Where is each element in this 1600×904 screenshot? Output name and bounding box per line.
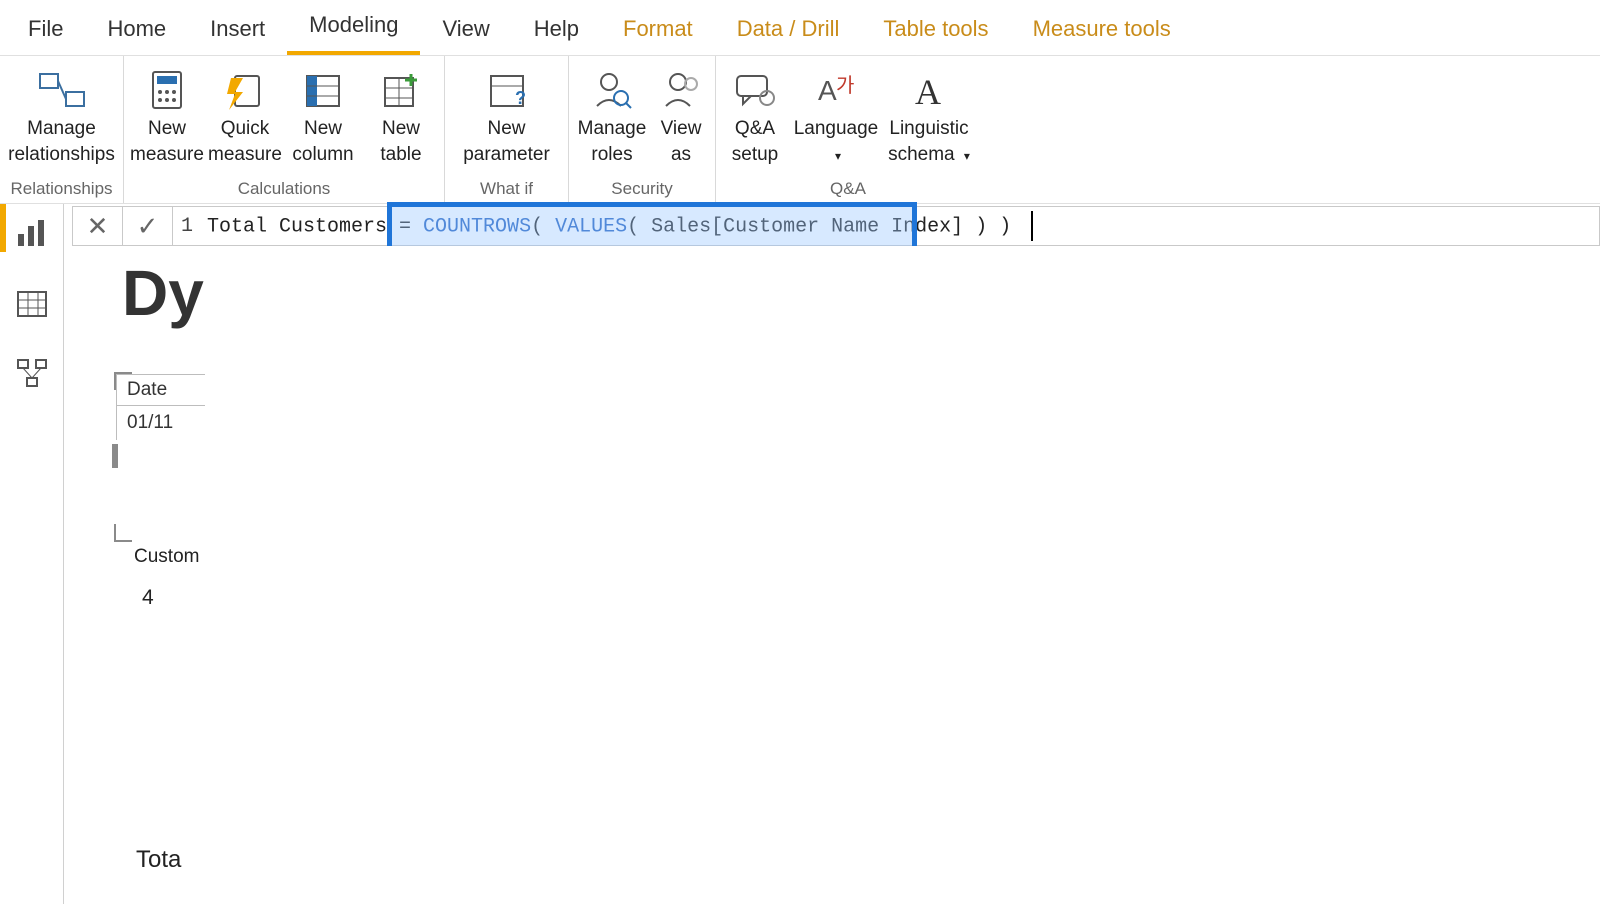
linguistic-schema-button[interactable]: A Linguistic schema ▾	[882, 62, 976, 171]
manage-roles-button[interactable]: Manage roles	[573, 62, 651, 170]
group-label-calculations: Calculations	[238, 179, 331, 201]
language-label: Language▾	[794, 116, 879, 169]
group-relationships: Manage relationships Relationships	[0, 56, 124, 203]
tab-help[interactable]: Help	[512, 2, 601, 55]
tab-data-drill[interactable]: Data / Drill	[715, 2, 862, 55]
new-table-icon	[381, 64, 421, 116]
quick-measure-button[interactable]: Quick measure	[206, 62, 284, 170]
new-parameter-label: New parameter	[463, 116, 550, 168]
relationships-icon	[38, 64, 86, 116]
total-label: Tota	[136, 846, 181, 874]
group-label-relationships: Relationships	[10, 179, 112, 201]
formula-input[interactable]: Total Customers = COUNTROWS( VALUES( Sal…	[201, 211, 1599, 241]
new-table-label: New table	[380, 116, 421, 168]
resize-handle-icon[interactable]	[112, 444, 118, 468]
ribbon: Manage relationships Relationships New m…	[0, 56, 1600, 204]
new-column-button[interactable]: New column	[284, 62, 362, 170]
quick-measure-label: Quick measure	[208, 116, 282, 168]
model-icon	[16, 358, 48, 390]
font-icon: A	[909, 64, 949, 116]
group-security: Manage roles View as Security	[569, 56, 716, 203]
customer-value: 4	[142, 586, 154, 610]
resize-handle-icon[interactable]	[114, 372, 132, 390]
group-label-security: Security	[611, 179, 672, 201]
model-view-button[interactable]	[10, 352, 54, 396]
chevron-down-icon: ▾	[964, 149, 970, 163]
svg-text:가: 가	[836, 74, 854, 97]
new-measure-label: New measure	[130, 116, 204, 168]
manage-roles-icon	[591, 64, 633, 116]
chat-gear-icon	[733, 64, 777, 116]
new-table-button[interactable]: New table	[362, 62, 440, 170]
linguistic-schema-label: Linguistic schema ▾	[888, 116, 970, 169]
manage-relationships-label: Manage relationships	[8, 116, 115, 168]
tab-modeling[interactable]: Modeling	[287, 0, 420, 55]
group-label-whatif: What if	[480, 179, 533, 201]
cancel-formula-button[interactable]: ✕	[73, 207, 123, 245]
qa-setup-button[interactable]: Q&A setup	[720, 62, 790, 171]
group-whatif: ? New parameter What if	[445, 56, 569, 203]
svg-text:A: A	[915, 72, 941, 112]
new-measure-button[interactable]: New measure	[128, 62, 206, 170]
new-parameter-button[interactable]: ? New parameter	[449, 62, 564, 170]
ribbon-tabs: File Home Insert Modeling View Help Form…	[0, 0, 1600, 56]
parameter-icon: ?	[485, 64, 529, 116]
group-label-qa: Q&A	[830, 179, 866, 201]
tab-insert[interactable]: Insert	[188, 2, 287, 55]
resize-handle-icon[interactable]	[114, 524, 132, 542]
commit-formula-button[interactable]: ✓	[123, 207, 173, 245]
svg-text:?: ?	[515, 88, 526, 108]
intellisense-dropdown[interactable]	[205, 246, 1600, 900]
calculator-icon	[147, 64, 187, 116]
view-rail	[0, 204, 64, 904]
new-column-label: New column	[292, 116, 353, 168]
tab-format[interactable]: Format	[601, 2, 715, 55]
view-as-icon	[660, 64, 702, 116]
language-button[interactable]: A가 Language▾	[790, 62, 882, 171]
quick-measure-icon	[225, 64, 265, 116]
report-view-button[interactable]	[10, 212, 54, 256]
manage-roles-label: Manage roles	[578, 116, 647, 168]
line-number: 1	[173, 215, 201, 238]
table-icon	[16, 288, 48, 320]
tab-table-tools[interactable]: Table tools	[861, 2, 1010, 55]
manage-relationships-button[interactable]: Manage relationships	[4, 62, 119, 170]
data-view-button[interactable]	[10, 282, 54, 326]
view-as-button[interactable]: View as	[651, 62, 711, 170]
group-calculations: New measure Quick measure New column New…	[124, 56, 445, 203]
chevron-down-icon: ▾	[835, 149, 841, 163]
new-column-icon	[303, 64, 343, 116]
page-title: Dy	[122, 256, 204, 330]
svg-text:A: A	[818, 75, 837, 106]
tab-measure-tools[interactable]: Measure tools	[1011, 2, 1193, 55]
text-cursor	[1031, 211, 1033, 241]
qa-setup-label: Q&A setup	[732, 116, 778, 168]
tab-home[interactable]: Home	[85, 2, 188, 55]
customer-label: Custom	[134, 546, 199, 568]
group-qa: Q&A setup A가 Language▾ A Linguistic sche…	[716, 56, 980, 203]
language-icon: A가	[814, 64, 858, 116]
tab-file[interactable]: File	[6, 2, 85, 55]
view-as-label: View as	[661, 116, 702, 168]
tab-view[interactable]: View	[420, 2, 511, 55]
bar-chart-icon	[16, 218, 48, 250]
formula-bar[interactable]: ✕ ✓ 1 Total Customers = COUNTROWS( VALUE…	[72, 206, 1600, 246]
